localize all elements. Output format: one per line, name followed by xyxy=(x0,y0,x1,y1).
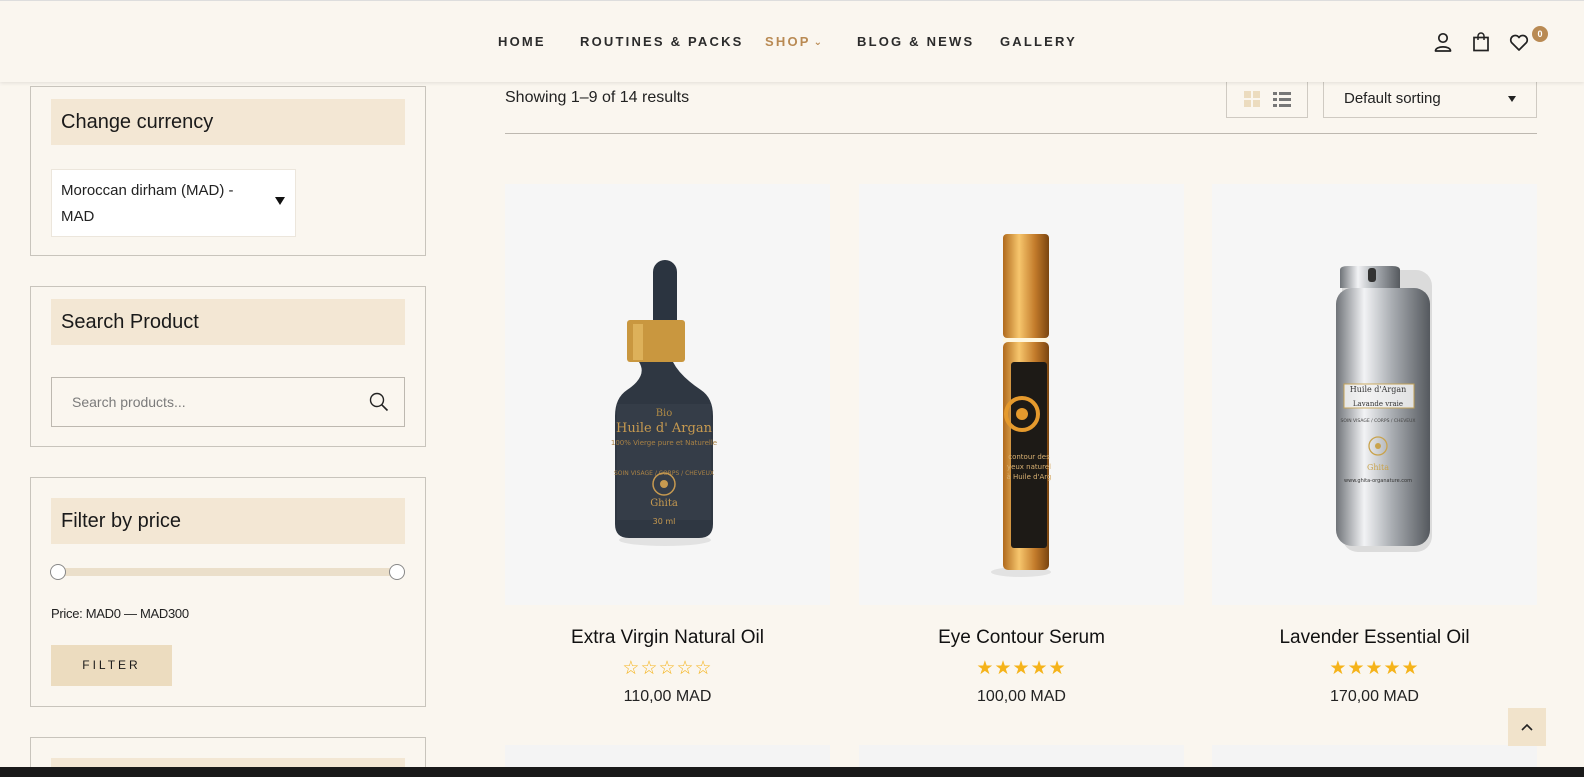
currency-widget: Change currency Moroccan dirham (MAD) - … xyxy=(30,86,426,256)
svg-text:Ghita: Ghita xyxy=(650,498,678,509)
product-price: 110,00 MAD xyxy=(623,688,712,705)
product-name[interactable]: Lavender Essential Oil xyxy=(1212,627,1537,649)
price-range-min-handle[interactable] xyxy=(50,564,66,580)
star-filled-icon: ★★★★★ xyxy=(1329,658,1420,679)
product-price: 100,00 MAD xyxy=(977,688,1066,705)
svg-text:Bio: Bio xyxy=(656,408,673,419)
star-empty-icon: ☆☆☆☆☆ xyxy=(622,658,713,679)
svg-text:Ghita: Ghita xyxy=(1367,463,1389,472)
product-rating: ★★★★★ xyxy=(1212,658,1537,680)
product-image[interactable]: Huile d'Argan Lavande vraie SOIN VISAGE … xyxy=(1212,184,1537,605)
user-icon[interactable] xyxy=(1432,31,1454,53)
view-toggle xyxy=(1226,80,1308,118)
svg-text:Lavande vraie: Lavande vraie xyxy=(1353,400,1403,408)
caret-down-icon xyxy=(1508,96,1516,102)
product-image[interactable]: contour des yeux naturel à Huile d'Arg xyxy=(859,184,1184,605)
currency-widget-title: Change currency xyxy=(51,99,405,145)
heart-icon[interactable] xyxy=(1508,31,1530,53)
svg-text:Huile d' Argan: Huile d' Argan xyxy=(616,421,713,436)
chevron-down-icon: ⌄ xyxy=(813,37,825,48)
currency-select[interactable]: Moroccan dirham (MAD) - MAD xyxy=(51,169,296,237)
nav-blog-news[interactable]: BLOG & NEWS xyxy=(857,34,974,49)
svg-text:www.ghita-organature.com: www.ghita-organature.com xyxy=(1344,478,1412,484)
product-card: Huile d'Argan Lavande vraie SOIN VISAGE … xyxy=(1212,184,1537,705)
site-header: HOME ROUTINES & PACKS SHOP ⌄ BLOG & NEWS … xyxy=(0,0,1584,82)
price-range-max-handle[interactable] xyxy=(389,564,405,580)
currency-selected-value: Moroccan dirham (MAD) - MAD xyxy=(61,182,234,225)
search-widget-title: Search Product xyxy=(51,299,405,345)
search-box xyxy=(51,377,405,427)
product-name[interactable]: Extra Virgin Natural Oil xyxy=(505,627,830,649)
nav-shop-label: SHOP xyxy=(765,34,811,49)
nav-home[interactable]: HOME xyxy=(498,34,546,49)
svg-text:SOIN VISAGE / CORPS / CHEVEUX: SOIN VISAGE / CORPS / CHEVEUX xyxy=(1341,418,1416,424)
product-card: Bio Huile d' Argan 100% Vierge pure et N… xyxy=(505,184,830,705)
nav-shop[interactable]: SHOP ⌄ xyxy=(765,34,824,49)
svg-text:contour des: contour des xyxy=(1008,453,1050,461)
search-icon[interactable] xyxy=(368,391,390,413)
product-card: contour des yeux naturel à Huile d'Arg E… xyxy=(859,184,1184,705)
svg-text:30 ml: 30 ml xyxy=(653,517,676,526)
wishlist-count-badge: 0 xyxy=(1532,26,1548,42)
svg-text:100% Vierge pure et Naturelle: 100% Vierge pure et Naturelle xyxy=(611,439,717,447)
toolbar-divider xyxy=(505,133,1537,134)
dark-dropper-bottle-image: Bio Huile d' Argan 100% Vierge pure et N… xyxy=(611,260,717,546)
gold-roller-bottle-image: contour des yeux naturel à Huile d'Arg xyxy=(991,234,1052,577)
svg-text:yeux naturel: yeux naturel xyxy=(1007,463,1051,471)
scroll-top-button[interactable] xyxy=(1508,708,1546,746)
svg-text:Huile d'Argan: Huile d'Argan xyxy=(1350,385,1407,394)
price-filter-title: Filter by price xyxy=(51,498,405,544)
search-input[interactable] xyxy=(52,378,352,426)
product-rating: ☆☆☆☆☆ xyxy=(505,658,830,680)
product-name[interactable]: Eye Contour Serum xyxy=(859,627,1184,649)
list-view-icon[interactable] xyxy=(1272,90,1292,108)
product-rating: ★★★★★ xyxy=(859,658,1184,680)
grid-view-icon[interactable] xyxy=(1242,90,1262,108)
caret-down-icon xyxy=(275,197,285,205)
star-filled-icon: ★★★★★ xyxy=(976,658,1067,679)
price-filter-widget: Filter by price Price: MAD0 — MAD300 FIL… xyxy=(30,477,426,707)
silver-pump-bottle-image: Huile d'Argan Lavande vraie SOIN VISAGE … xyxy=(1336,266,1432,552)
price-range-track[interactable] xyxy=(58,568,398,576)
search-widget: Search Product xyxy=(30,286,426,447)
bottom-edge xyxy=(0,767,1584,777)
main-nav: HOME ROUTINES & PACKS SHOP ⌄ BLOG & NEWS … xyxy=(0,34,1584,54)
chevron-up-icon xyxy=(1521,723,1533,731)
price-range-label: Price: MAD0 — MAD300 xyxy=(51,606,189,621)
filter-button[interactable]: FILTER xyxy=(51,645,172,686)
sort-select[interactable]: Default sorting xyxy=(1323,80,1537,118)
nav-routines-packs[interactable]: ROUTINES & PACKS xyxy=(580,34,744,49)
product-image[interactable]: Bio Huile d' Argan 100% Vierge pure et N… xyxy=(505,184,830,605)
sort-selected-value: Default sorting xyxy=(1344,90,1441,107)
svg-text:à Huile d'Arg: à Huile d'Arg xyxy=(1007,473,1052,481)
shopping-bag-icon[interactable] xyxy=(1470,31,1492,53)
nav-gallery[interactable]: GALLERY xyxy=(1000,34,1077,49)
result-count: Showing 1–9 of 14 results xyxy=(505,89,690,106)
product-price: 170,00 MAD xyxy=(1330,688,1419,705)
